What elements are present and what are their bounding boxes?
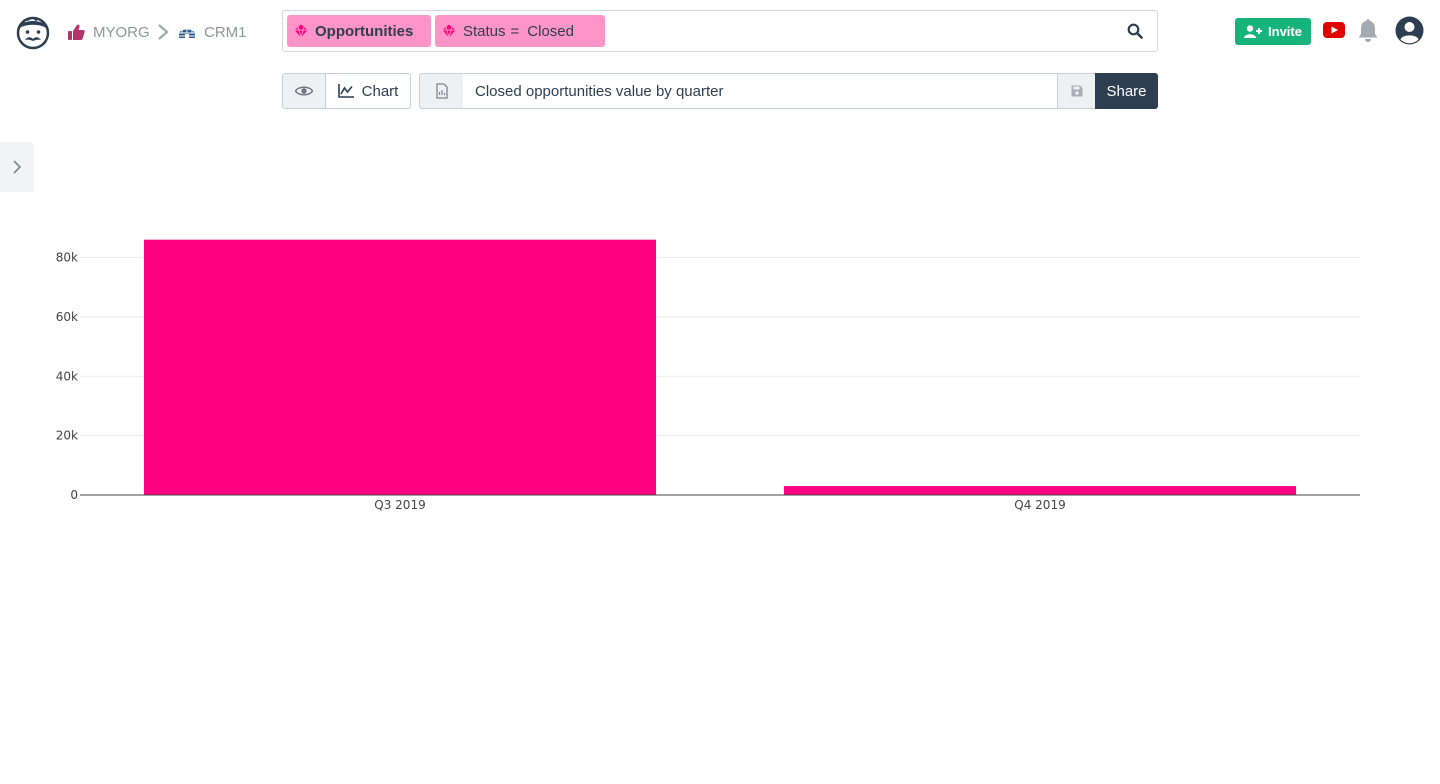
chart-button-label: Chart (361, 82, 399, 100)
filter-chip[interactable]: Status = Closed (435, 15, 605, 47)
invite-label: Invite (1268, 24, 1302, 39)
x-tick-label: Q3 2019 (374, 498, 425, 512)
thumbs-up-icon (68, 24, 85, 40)
filter-field: Status (463, 22, 506, 40)
x-tick-label: Q4 2019 (1014, 498, 1065, 512)
mustache-face-logo-icon[interactable] (14, 12, 52, 50)
y-tick-label: 40k (56, 369, 78, 383)
invite-button[interactable]: Invite (1235, 18, 1311, 45)
chevron-right-icon (158, 24, 169, 40)
search-icon[interactable] (1127, 23, 1143, 39)
table-chip-label: Opportunities (315, 22, 414, 40)
search-bar[interactable]: Opportunities Status = Closed (282, 10, 1158, 52)
bar (144, 239, 656, 495)
sidebar-toggle[interactable] (0, 142, 34, 192)
y-tick-label: 20k (56, 429, 78, 443)
save-icon (1071, 85, 1082, 97)
table-chip[interactable]: Opportunities (287, 15, 431, 47)
breadcrumb-database-label: CRM1 (204, 23, 247, 41)
save-button[interactable] (1057, 73, 1096, 109)
y-tick-label: 60k (56, 310, 78, 324)
share-button[interactable]: Share (1095, 73, 1158, 109)
y-tick-label: 80k (56, 251, 78, 265)
document-chart-button[interactable] (419, 73, 464, 109)
filter-value: Closed (527, 22, 574, 40)
y-tick-label: 0 (70, 488, 78, 502)
breadcrumb-org-label: MYORG (93, 23, 150, 41)
gem-icon (442, 24, 456, 38)
bar-chart: 0 20k 40k 60k 80k Q3 2019 Q4 2019 (56, 239, 1360, 512)
filter-operator: = (510, 22, 520, 40)
bar (784, 486, 1296, 495)
gem-icon (294, 24, 308, 38)
user-plus-icon (1244, 25, 1263, 38)
bell-icon[interactable] (1357, 18, 1379, 43)
chart-button[interactable]: Chart (325, 73, 411, 109)
breadcrumb-org[interactable]: MYORG (68, 22, 150, 42)
line-chart-icon (337, 84, 354, 98)
view-toggle-button[interactable] (282, 73, 326, 109)
chart-title-input[interactable] (463, 73, 1058, 109)
document-chart-icon (435, 83, 448, 99)
chevron-right-icon (13, 160, 22, 174)
share-button-label: Share (1106, 82, 1147, 100)
youtube-icon[interactable] (1323, 22, 1345, 38)
igloo-icon (179, 27, 195, 38)
user-circle-icon[interactable] (1395, 16, 1424, 45)
breadcrumb-database[interactable]: CRM1 (178, 22, 247, 42)
eye-icon (295, 86, 313, 96)
